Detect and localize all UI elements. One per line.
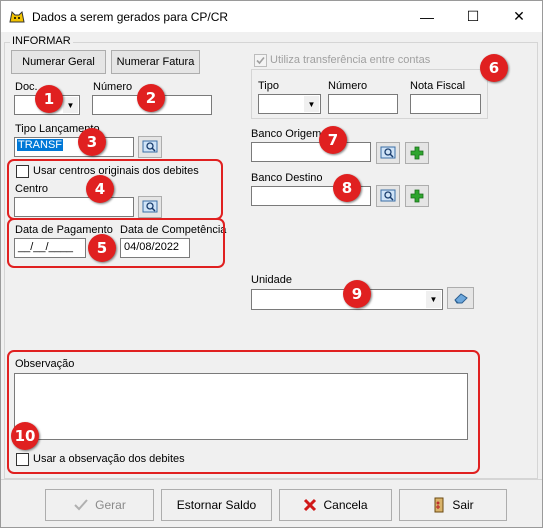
callout-7: 7 [319, 126, 347, 154]
doc-label: Doc. [15, 81, 38, 93]
gerar-button[interactable]: Gerar [45, 489, 154, 521]
tipo-lancamento-value: TRANSF [17, 139, 63, 151]
unidade-label: Unidade [251, 274, 292, 286]
maximize-button[interactable]: ☐ [450, 1, 496, 32]
callout-1: 1 [35, 85, 63, 113]
callout-8: 8 [333, 174, 361, 202]
annotation-box-4 [7, 159, 223, 220]
transf-tipo-label: Tipo [258, 80, 279, 92]
sair-button[interactable]: Sair [399, 489, 507, 521]
dialog-window: Dados a serem gerados para CP/CR — ☐ ✕ I… [0, 0, 543, 528]
transf-tipo-select[interactable]: ▼ [258, 94, 321, 114]
utiliza-transferencia-label: Utiliza transferência entre contas [270, 54, 431, 66]
plus-icon [410, 146, 424, 160]
eraser-icon [453, 293, 468, 304]
callout-4: 4 [86, 175, 114, 203]
callout-5: 5 [88, 234, 116, 262]
tipo-lancamento-input[interactable]: TRANSF [14, 137, 134, 157]
banco-origem-label: Banco Origem [251, 128, 322, 140]
minimize-button[interactable]: — [404, 1, 450, 32]
transf-nota-input[interactable] [410, 94, 481, 114]
transf-nota-label: Nota Fiscal [410, 80, 466, 92]
plus-icon [410, 189, 424, 203]
annotation-box-10 [7, 350, 480, 474]
callout-6: 6 [480, 54, 508, 82]
app-cat-icon [9, 10, 25, 23]
bottom-button-bar: Gerar Estornar Saldo Cancela Sair [1, 479, 542, 527]
close-button[interactable]: ✕ [496, 1, 542, 32]
search-tipo-lancamento-button[interactable] [138, 136, 162, 158]
cancela-button[interactable]: Cancela [279, 489, 392, 521]
banco-destino-label: Banco Destino [251, 172, 323, 184]
chevron-down-icon: ▼ [426, 291, 441, 308]
sair-label: Sair [452, 498, 474, 512]
chevron-down-icon: ▼ [304, 96, 319, 112]
clear-unidade-button[interactable] [447, 287, 474, 309]
estornar-saldo-label: Estornar Saldo [176, 498, 257, 512]
form-content: INFORMAR Numerar Geral Numerar Fatura Do… [1, 32, 542, 479]
numero-label: Número [93, 81, 133, 93]
banco-origem-input[interactable] [251, 142, 371, 162]
gerar-label: Gerar [95, 498, 126, 512]
add-banco-destino-button[interactable] [405, 185, 429, 207]
check-icon [256, 56, 265, 65]
numerar-fatura-button[interactable]: Numerar Fatura [111, 50, 200, 74]
add-banco-origem-button[interactable] [405, 142, 429, 164]
callout-9: 9 [343, 280, 371, 308]
callout-10: 10 [11, 422, 39, 450]
window-title: Dados a serem gerados para CP/CR [32, 10, 229, 24]
transf-numero-label: Número [328, 80, 368, 92]
x-icon [304, 498, 317, 512]
search-banco-destino-button[interactable] [376, 185, 400, 207]
estornar-saldo-button[interactable]: Estornar Saldo [161, 489, 272, 521]
transf-numero-input[interactable] [328, 94, 398, 114]
utiliza-transferencia-checkbox[interactable] [254, 54, 267, 67]
chevron-down-icon: ▼ [63, 97, 78, 113]
title-bar: Dados a serem gerados para CP/CR — ☐ ✕ [1, 1, 542, 32]
checkmark-icon [74, 499, 88, 511]
cancela-label: Cancela [323, 498, 368, 512]
exit-door-icon [434, 497, 444, 513]
search-icon [380, 189, 396, 202]
annotation-box-5 [7, 218, 225, 268]
callout-3: 3 [78, 128, 106, 156]
search-icon [142, 140, 158, 153]
callout-2: 2 [137, 84, 165, 112]
search-icon [380, 146, 396, 159]
group-title: INFORMAR [10, 35, 73, 47]
numerar-geral-button[interactable]: Numerar Geral [11, 50, 106, 74]
search-banco-origem-button[interactable] [376, 142, 400, 164]
